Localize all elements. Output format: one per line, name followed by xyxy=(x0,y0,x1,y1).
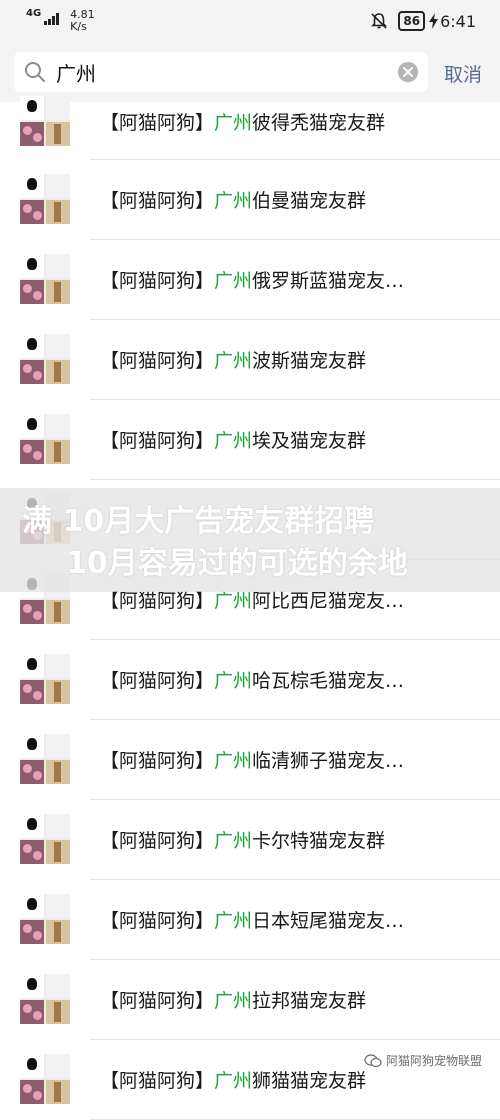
group-prefix: 【阿猫阿狗】 xyxy=(100,430,215,452)
group-avatar xyxy=(20,654,70,704)
group-title: 【阿猫阿狗】广州日本短尾猫宠友… xyxy=(100,906,404,933)
network-type: 4G xyxy=(26,8,42,19)
group-title: 【阿猫阿狗】广州伯曼猫宠友群 xyxy=(100,186,366,213)
group-name: 拉邦猫宠友群 xyxy=(252,990,367,1012)
wechat-icon xyxy=(364,1053,382,1067)
group-name: 阿比西尼猫宠友… xyxy=(252,590,405,612)
status-left: 4G 4.81 K/s xyxy=(26,9,95,33)
group-city: 广州 xyxy=(214,830,253,852)
group-name: 临清狮子猫宠友… xyxy=(252,750,405,772)
group-title: 【阿猫阿狗】广州彼得秃猫宠友群 xyxy=(100,108,385,135)
network-speed: 4.81 K/s xyxy=(70,9,95,33)
clock: 6:41 xyxy=(440,11,476,31)
group-title: 【阿猫阿狗】广州俄罗斯蓝猫宠友… xyxy=(100,266,404,293)
list-item[interactable]: 【阿猫阿狗】广州卡尔特猫宠友群 xyxy=(0,800,500,880)
group-prefix: 【阿猫阿狗】 xyxy=(100,270,215,292)
group-name: 波斯猫宠友群 xyxy=(252,350,367,372)
group-title: 【阿猫阿狗】广州狮猫猫宠友群 xyxy=(100,1066,366,1093)
group-name: 哈瓦棕毛猫宠友… xyxy=(252,670,405,692)
search-bar: 取消 xyxy=(0,44,500,102)
overlay-banner: 满 10月大广告宠友群招聘 10月容易过的可选的余地 xyxy=(0,488,500,592)
watermark: 阿猫阿狗宠物联盟 xyxy=(364,1052,482,1069)
status-right: 86 6:41 xyxy=(370,11,476,31)
group-name: 伯曼猫宠友群 xyxy=(252,190,367,212)
group-prefix: 【阿猫阿狗】 xyxy=(100,910,215,932)
group-prefix: 【阿猫阿狗】 xyxy=(100,670,215,692)
group-name: 彼得秃猫宠友群 xyxy=(252,112,386,134)
group-avatar xyxy=(20,814,70,864)
group-prefix: 【阿猫阿狗】 xyxy=(100,112,215,134)
signal-icon xyxy=(44,13,60,25)
group-city: 广州 xyxy=(214,350,253,372)
group-avatar xyxy=(20,414,70,464)
list-item[interactable]: 【阿猫阿狗】广州埃及猫宠友群 xyxy=(0,400,500,480)
overlay-line-2: 10月容易过的可选的余地 xyxy=(66,546,408,581)
search-input[interactable] xyxy=(56,60,356,84)
group-avatar xyxy=(20,334,70,384)
group-name: 卡尔特猫宠友群 xyxy=(252,830,386,852)
group-avatar xyxy=(20,1054,70,1104)
list-item[interactable]: 【阿猫阿狗】广州彼得秃猫宠友群 xyxy=(0,96,500,160)
speed-unit: K/s xyxy=(70,20,87,33)
list-item[interactable]: 【阿猫阿狗】广州拉邦猫宠友群 xyxy=(0,960,500,1040)
group-prefix: 【阿猫阿狗】 xyxy=(100,190,215,212)
group-title: 【阿猫阿狗】广州埃及猫宠友群 xyxy=(100,426,366,453)
group-name: 埃及猫宠友群 xyxy=(252,430,367,452)
group-title: 【阿猫阿狗】广州哈瓦棕毛猫宠友… xyxy=(100,666,404,693)
group-title: 【阿猫阿狗】广州拉邦猫宠友群 xyxy=(100,986,366,1013)
mute-bell-icon xyxy=(371,13,388,29)
group-prefix: 【阿猫阿狗】 xyxy=(100,830,215,852)
group-city: 广州 xyxy=(214,670,253,692)
charging-bolt-icon xyxy=(429,13,439,29)
list-item[interactable]: 【阿猫阿狗】广州俄罗斯蓝猫宠友… xyxy=(0,240,500,320)
search-box[interactable] xyxy=(14,52,428,92)
list-item[interactable]: 【阿猫阿狗】广州伯曼猫宠友群 xyxy=(0,160,500,240)
status-bar: 4G 4.81 K/s 86 6:41 xyxy=(0,0,500,44)
watermark-text: 阿猫阿狗宠物联盟 xyxy=(385,1054,482,1068)
group-avatar xyxy=(20,974,70,1024)
group-city: 广州 xyxy=(214,112,253,134)
group-avatar xyxy=(20,174,70,224)
group-avatar xyxy=(20,254,70,304)
group-avatar xyxy=(20,894,70,944)
list-item[interactable]: 【阿猫阿狗】广州波斯猫宠友群 xyxy=(0,320,500,400)
group-prefix: 【阿猫阿狗】 xyxy=(100,350,215,372)
group-city: 广州 xyxy=(214,990,253,1012)
group-avatar xyxy=(20,96,70,146)
clear-icon[interactable] xyxy=(398,62,418,82)
group-city: 广州 xyxy=(214,1070,253,1092)
group-name: 狮猫猫宠友群 xyxy=(252,1070,367,1092)
group-prefix: 【阿猫阿狗】 xyxy=(100,1070,215,1092)
group-prefix: 【阿猫阿狗】 xyxy=(100,590,215,612)
search-results-list: 【阿猫阿狗】广州彼得秃猫宠友群 【阿猫阿狗】广州伯曼猫宠友群 【阿猫阿狗】广州俄罗斯… xyxy=(0,96,500,1120)
group-city: 广州 xyxy=(214,190,253,212)
search-icon xyxy=(25,62,45,82)
cancel-button[interactable]: 取消 xyxy=(444,60,482,87)
group-city: 广州 xyxy=(214,750,253,772)
group-city: 广州 xyxy=(214,590,253,612)
group-prefix: 【阿猫阿狗】 xyxy=(100,750,215,772)
group-title: 【阿猫阿狗】广州卡尔特猫宠友群 xyxy=(100,826,385,853)
group-title: 【阿猫阿狗】广州波斯猫宠友群 xyxy=(100,346,366,373)
battery-icon: 86 xyxy=(398,11,426,31)
overlay-line-1: 满 10月大广告宠友群招聘 xyxy=(22,504,375,539)
group-city: 广州 xyxy=(214,910,253,932)
group-city: 广州 xyxy=(214,430,253,452)
group-avatar xyxy=(20,734,70,784)
group-name: 日本短尾猫宠友… xyxy=(252,910,405,932)
list-item[interactable]: 【阿猫阿狗】广州日本短尾猫宠友… xyxy=(0,880,500,960)
group-title: 【阿猫阿狗】广州临清狮子猫宠友… xyxy=(100,746,404,773)
list-item[interactable]: 【阿猫阿狗】广州临清狮子猫宠友… xyxy=(0,720,500,800)
group-prefix: 【阿猫阿狗】 xyxy=(100,990,215,1012)
group-name: 俄罗斯蓝猫宠友… xyxy=(252,270,405,292)
list-item[interactable]: 【阿猫阿狗】广州哈瓦棕毛猫宠友… xyxy=(0,640,500,720)
group-city: 广州 xyxy=(214,270,253,292)
